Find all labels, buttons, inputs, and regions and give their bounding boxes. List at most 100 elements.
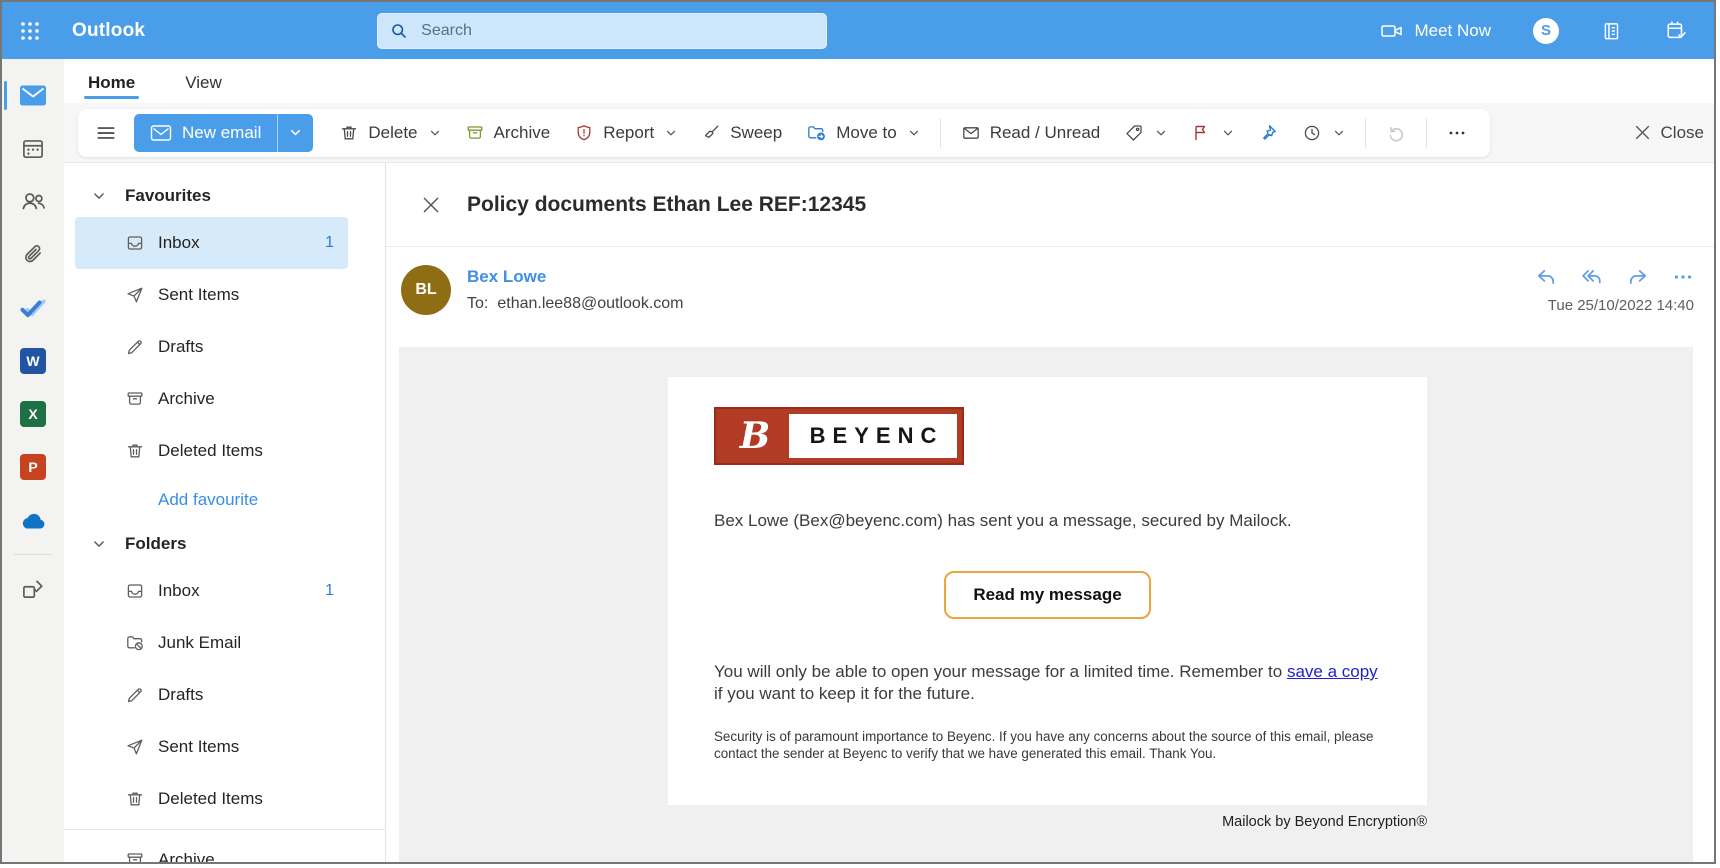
rail-people-icon[interactable] — [2, 175, 64, 228]
topbar-actions: Meet Now S — [1380, 17, 1714, 44]
sidebar-item-label: Deleted Items — [158, 789, 263, 808]
beyenc-logo-monogram: B — [739, 415, 771, 457]
pin-button[interactable] — [1246, 113, 1290, 153]
rail-word-icon[interactable]: W — [2, 334, 64, 387]
clock-icon — [1302, 123, 1322, 143]
sidebar-item-sent[interactable]: Sent Items — [75, 269, 348, 321]
chevron-down-icon — [1335, 130, 1344, 135]
sidebar-item-deleted[interactable]: Deleted Items — [75, 425, 348, 477]
delete-button[interactable]: Delete — [327, 113, 452, 153]
forward-icon[interactable] — [1626, 267, 1650, 287]
sweep-label: Sweep — [730, 122, 783, 142]
broom-icon — [701, 123, 721, 143]
new-email-label: New email — [182, 122, 262, 142]
message-intro-text: Bex Lowe (Bex@beyenc.com) has sent you a… — [714, 511, 1292, 530]
sidebar-item-junk[interactable]: Junk Email — [75, 617, 348, 669]
more-options-button[interactable] — [1435, 113, 1479, 153]
archive-icon — [465, 123, 485, 143]
sidebar-item-label: Archive — [158, 850, 215, 862]
rail-apps-icon[interactable] — [2, 563, 64, 616]
chevron-down-icon — [94, 541, 104, 547]
rail-powerpoint-icon[interactable]: P — [2, 440, 64, 493]
undo-button[interactable] — [1374, 113, 1418, 153]
folders-section-header[interactable]: Folders — [64, 523, 385, 565]
rail-excel-icon[interactable]: X — [2, 387, 64, 440]
reply-icon[interactable] — [1534, 267, 1558, 287]
undo-icon — [1386, 123, 1406, 143]
to-address: ethan.lee88@outlook.com — [497, 295, 684, 312]
subject-row: Policy documents Ethan Lee REF:12345 — [386, 163, 1714, 247]
close-message-icon[interactable] — [420, 194, 442, 216]
sender-avatar[interactable]: BL — [401, 265, 451, 315]
move-folder-icon — [806, 123, 827, 143]
new-email-dropdown[interactable] — [278, 114, 313, 152]
sidebar-item-inbox[interactable]: Inbox 1 — [75, 217, 348, 269]
sidebar-item-inbox-folder[interactable]: Inbox 1 — [75, 565, 348, 617]
message-body: B BEYENC Bex Lowe (Bex@beyenc.com) has s… — [399, 347, 1693, 862]
sidebar-item-archive[interactable]: Archive — [75, 373, 348, 425]
snooze-button[interactable] — [1290, 113, 1357, 153]
sidebar-item-label: Drafts — [158, 685, 204, 704]
chevron-down-icon — [94, 193, 104, 199]
sweep-button[interactable]: Sweep — [689, 113, 794, 153]
sender-name-link[interactable]: Bex Lowe — [467, 267, 683, 287]
junk-folder-icon — [125, 633, 145, 653]
sidebar-item-label: Inbox — [158, 233, 200, 252]
report-button[interactable]: Report — [562, 113, 689, 153]
sidebar-item-deleted-folder[interactable]: Deleted Items — [75, 773, 348, 825]
reply-all-icon[interactable] — [1580, 267, 1604, 287]
sidebar-item-drafts[interactable]: Drafts — [75, 321, 348, 373]
rail-onedrive-icon[interactable] — [2, 493, 64, 546]
archive-label: Archive — [493, 122, 551, 142]
notebook-icon[interactable] — [1601, 20, 1623, 42]
chevron-down-icon — [1157, 130, 1166, 135]
new-email-icon — [150, 124, 172, 142]
app-launcher-icon[interactable] — [2, 2, 58, 59]
chevron-down-icon — [1224, 130, 1233, 135]
favourites-section-header[interactable]: Favourites — [64, 175, 385, 217]
categorize-button[interactable] — [1112, 113, 1179, 153]
report-label: Report — [603, 122, 655, 142]
rail-todo-icon[interactable] — [2, 281, 64, 334]
sidebar-item-sent-folder[interactable]: Sent Items — [75, 721, 348, 773]
new-email-button[interactable]: New email — [134, 113, 314, 152]
sidebar-item-label: Junk Email — [158, 633, 242, 652]
archive-button[interactable]: Archive — [453, 113, 563, 153]
tab-home[interactable]: Home — [84, 65, 140, 103]
archive-icon — [125, 389, 145, 409]
favourites-label: Favourites — [125, 186, 211, 205]
flag-button[interactable] — [1179, 113, 1246, 153]
close-message-button[interactable]: Close — [1634, 123, 1706, 143]
mailock-footer-text: Mailock by Beyond Encryption® — [1222, 814, 1427, 830]
flag-icon — [1191, 123, 1211, 143]
read-my-message-button[interactable]: Read my message — [944, 571, 1151, 619]
folder-pane-toggle-icon[interactable] — [86, 113, 126, 153]
outlook-window: Outlook Search Meet Now S W X P Home Vie… — [0, 0, 1716, 864]
read-unread-button[interactable]: Read / Unread — [949, 113, 1113, 153]
toolbar-divider — [1426, 117, 1428, 148]
add-favourite-button[interactable]: Add favourite — [64, 477, 385, 523]
sidebar-item-drafts-folder[interactable]: Drafts — [75, 669, 348, 721]
ribbon: New email Delete Archive Report Sweep Mo… — [64, 103, 1714, 163]
calendar-check-icon[interactable] — [1665, 19, 1688, 42]
tab-view[interactable]: View — [181, 65, 226, 103]
rail-calendar-icon[interactable] — [2, 122, 64, 175]
delete-label: Delete — [368, 122, 418, 142]
meet-now-button[interactable]: Meet Now — [1380, 21, 1491, 41]
ellipsis-icon — [1447, 123, 1467, 143]
trash-icon — [125, 789, 145, 809]
skype-icon[interactable]: S — [1533, 17, 1559, 44]
rail-mail-icon[interactable] — [2, 69, 64, 122]
save-a-copy-link[interactable]: save a copy — [1287, 662, 1378, 681]
message-more-icon[interactable] — [1672, 267, 1694, 287]
message-notice-text: You will only be able to open your messa… — [714, 662, 1378, 704]
sidebar-item-archive-folder[interactable]: Archive — [75, 834, 348, 862]
search-input[interactable]: Search — [377, 12, 828, 49]
trash-icon — [125, 441, 145, 461]
folders-label: Folders — [125, 534, 187, 553]
rail-attachments-icon[interactable] — [2, 228, 64, 281]
move-to-button[interactable]: Move to — [794, 113, 931, 153]
reading-pane: Policy documents Ethan Lee REF:12345 BL … — [386, 163, 1714, 862]
to-label: To: — [467, 295, 489, 312]
sidebar-item-label: Deleted Items — [158, 441, 263, 460]
